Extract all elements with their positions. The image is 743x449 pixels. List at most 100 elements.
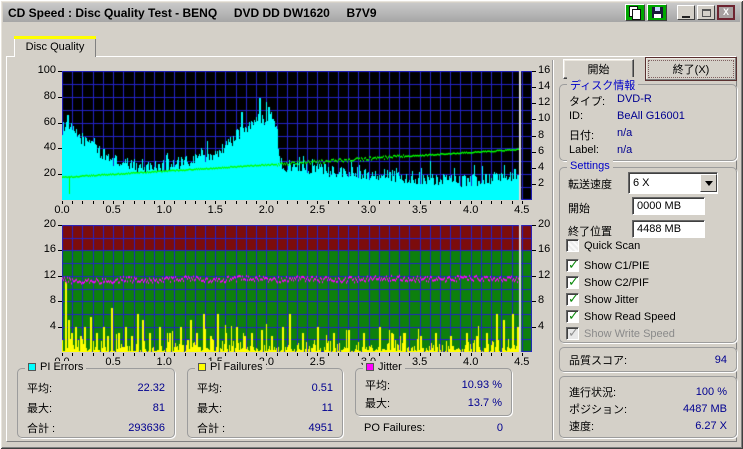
quality-score-value: 94 [714,353,727,366]
axis-tick-label: 20 [43,218,56,230]
pi-failures-panel: PI Failures 平均: 0.51 最大: 11 合計 : 4951 [187,361,343,438]
copy-button[interactable] [625,4,645,21]
axis-tick [287,201,288,204]
axis-tick [82,201,83,204]
minimize-button[interactable] [677,5,695,20]
axis-tick [532,136,536,137]
axis-tick [185,201,186,204]
axis-tick-label: 2.5 [309,204,326,216]
axis-tick [82,353,83,356]
jitter-panel: Jitter 平均: 10.93 % 最大: 13.7 % [355,361,512,416]
save-icon [651,7,663,18]
disc-info-panel: ディスク情報 タイプ: DVD-R ID: BeAll G16001 日付: n/a … [559,77,737,161]
pi-errors-title: PI Errors [40,361,84,373]
axis-tick [399,201,400,204]
checkbox-box [566,239,579,252]
axis-tick [195,353,196,356]
copy-icon [629,6,641,20]
axis-tick [389,353,390,356]
stat-value: 22.32 [137,382,165,394]
start-pos-input[interactable]: 0000 MB [632,197,705,215]
checkbox-show-jitter[interactable]: Show Jitter [566,291,638,307]
axis-tick [134,201,135,204]
axis-tick [134,353,135,356]
axis-tick [348,353,349,356]
progress-row: 進行状況: 100 % [560,383,736,400]
maximize-icon [701,8,711,17]
stat-value: 13.7 % [467,397,502,409]
axis-tick [450,201,451,204]
progress-panel: 進行状況: 100 % ポジション: 4487 MB 速度: 6.27 X [559,376,737,438]
field-label: タイプ: [569,96,606,108]
axis-tick [501,353,502,356]
stat-label: 最大: [365,398,391,410]
axis-tick [297,353,298,356]
pi-errors-avg-row: 平均: 22.32 [18,378,174,398]
axis-tick-label: 100 [37,64,56,76]
chevron-down-icon [704,180,713,186]
checkbox-show-c1-pie[interactable]: Show C1/PIE [566,257,649,273]
axis-tick [144,201,145,204]
field-label: 日付: [569,130,595,142]
checkbox-label: Show C2/PIF [584,276,649,289]
axis-tick [338,353,339,356]
start-pos-label: 開始 [568,203,590,215]
checkbox-show-c2-pif[interactable]: Show C2/PIF [566,274,649,290]
axis-tick [532,250,536,251]
axis-tick-label: 2.0 [258,204,274,216]
checkbox-label: Show Read Speed [584,310,676,323]
pi-errors-legend-icon [28,363,36,371]
axis-tick [491,353,492,356]
axis-tick [450,353,451,356]
axis-tick-label: 0.5 [105,356,121,368]
axis-tick-label: 0.0 [54,204,70,216]
axis-tick [532,71,536,72]
speed-value: 6 X [633,177,650,189]
axis-tick-label: 4.0 [463,204,479,216]
field-value: n/a [617,144,633,156]
end-pos-input[interactable]: 4488 MB [632,220,705,238]
axis-tick [287,353,288,356]
window-title: CD Speed : Disc Quality Test - BENQ DVD … [8,5,377,20]
axis-tick [491,201,492,204]
axis-tick [236,201,237,204]
axis-tick-label: 4.0 [463,356,479,368]
pi-failures-max-row: 最大: 11 [188,398,342,418]
maximize-button[interactable] [697,5,715,20]
axis-tick-label: 20 [43,167,56,180]
quality-score-label: 品質スコア: [569,354,628,367]
jitter-max-row: 最大: 13.7 % [356,394,511,412]
speed-combobox[interactable]: 6 X [628,172,718,194]
axis-tick-label: 80 [43,89,56,102]
axis-tick [58,250,62,251]
disc-type-row: タイプ: DVD-R [569,93,736,110]
axis-tick-label: 2.5 [309,356,326,368]
titlebar: CD Speed : Disc Quality Test - BENQ DVD … [3,3,740,22]
end-pos-label: 終了位置 [568,226,612,238]
checkbox-show-read-speed[interactable]: Show Read Speed [566,308,676,324]
position-label: ポジション: [569,403,628,416]
stat-value: 0.51 [311,382,333,394]
pi-errors-panel: PI Errors 平均: 22.32 最大: 81 合計 : 293636 [17,361,175,438]
axis-tick [58,225,62,226]
axis-tick [58,97,62,98]
close-button[interactable]: X [717,5,735,20]
checkbox-show-write-speed: Show Write Speed [566,325,675,341]
pi-failures-title: PI Failures [210,361,263,373]
axis-tick [532,119,536,120]
axis-tick [389,201,390,204]
checkbox-quick-scan[interactable]: Quick Scan [566,239,640,252]
field-value: BeAll G16001 [617,110,685,122]
start-button[interactable]: 開始 [563,59,634,79]
pi-failures-legend-icon [198,363,206,371]
save-button[interactable] [647,4,667,21]
quality-score-row: 品質スコア: 94 [560,348,736,371]
speed-label: 転送速度 [568,179,612,191]
axis-tick-label: 12 [43,268,56,281]
combo-dropdown-button[interactable] [700,174,717,192]
speed-row-value: 6.27 X [695,419,727,432]
axis-tick-label: 3.5 [411,356,428,368]
axis-tick [532,87,536,88]
tab-disc-quality[interactable]: Disc Quality [14,36,96,57]
exit-button[interactable]: 終了(X) [645,57,737,81]
